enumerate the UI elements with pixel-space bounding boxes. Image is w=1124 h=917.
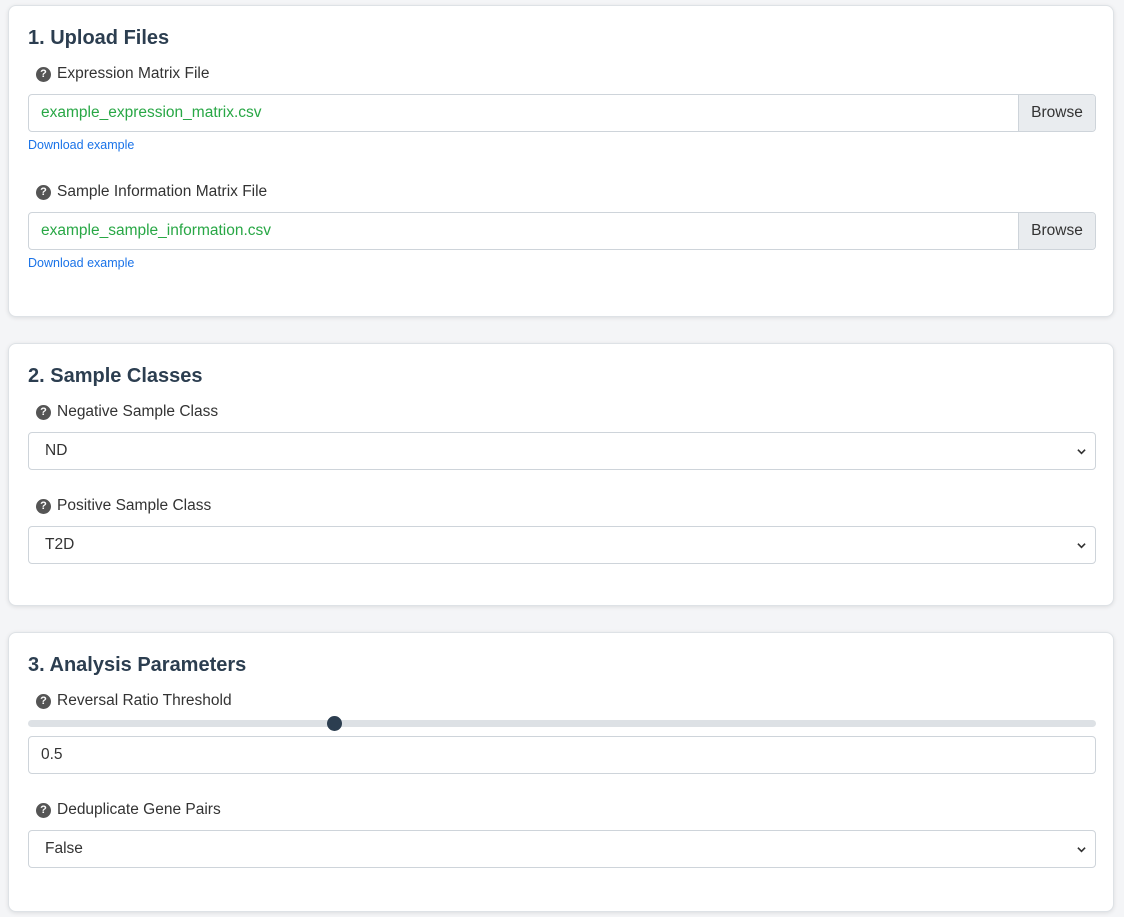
sample-classes-title: 2. Sample Classes — [28, 365, 203, 387]
threshold-value: 0.5 — [41, 746, 63, 763]
upload-files-title: 1. Upload Files — [28, 27, 170, 49]
question-circle-icon[interactable]: ? — [36, 404, 51, 420]
question-circle-icon[interactable]: ? — [36, 498, 51, 514]
sample-info-label: ? Sample Information Matrix File — [36, 183, 267, 201]
positive-class-label: ? Positive Sample Class — [36, 497, 211, 515]
question-circle-icon[interactable]: ? — [36, 184, 51, 200]
expression-matrix-file-name: example_expression_matrix.csv — [41, 104, 262, 121]
negative-class-label: ? Negative Sample Class — [36, 403, 218, 421]
negative-class-value: ND — [45, 442, 68, 459]
sample-info-file-input[interactable]: example_sample_information.csv Browse — [28, 212, 1096, 250]
expression-matrix-label-text: Expression Matrix File — [57, 65, 210, 82]
threshold-slider-thumb[interactable] — [327, 716, 343, 731]
positive-class-select[interactable]: T2D — [28, 526, 1096, 564]
dedup-label-text: Deduplicate Gene Pairs — [57, 801, 221, 818]
analysis-parameters-card: 3. Analysis Parameters ? Reversal Ratio … — [8, 632, 1114, 912]
expression-matrix-file-input[interactable]: example_expression_matrix.csv Browse — [28, 94, 1096, 132]
dedup-value: False — [45, 840, 83, 857]
analysis-parameters-title: 3. Analysis Parameters — [28, 654, 247, 676]
question-circle-icon[interactable]: ? — [36, 693, 51, 709]
expression-matrix-label: ? Expression Matrix File — [36, 65, 209, 83]
negative-class-label-text: Negative Sample Class — [57, 403, 219, 420]
dedup-select[interactable]: False — [28, 830, 1096, 868]
threshold-label: ? Reversal Ratio Threshold — [36, 692, 232, 710]
chevron-down-icon — [1077, 449, 1086, 455]
expression-download-example-link[interactable]: Download example — [28, 138, 134, 152]
sample-info-label-text: Sample Information Matrix File — [57, 183, 268, 200]
question-circle-icon[interactable]: ? — [36, 802, 51, 818]
chevron-down-icon — [1077, 847, 1086, 853]
positive-class-label-text: Positive Sample Class — [57, 497, 212, 514]
threshold-value-input[interactable]: 0.5 — [28, 736, 1096, 774]
sample-info-file-name: example_sample_information.csv — [41, 222, 272, 239]
sample-info-browse-button[interactable]: Browse — [1018, 213, 1095, 249]
positive-class-value: T2D — [45, 536, 75, 553]
question-circle-icon[interactable]: ? — [36, 66, 51, 82]
expression-matrix-browse-button[interactable]: Browse — [1018, 95, 1095, 131]
sample-classes-card: 2. Sample Classes ? Negative Sample Clas… — [8, 343, 1114, 606]
threshold-slider[interactable] — [28, 716, 1096, 731]
chevron-down-icon — [1077, 543, 1086, 549]
dedup-label: ? Deduplicate Gene Pairs — [36, 801, 221, 819]
sample-info-download-example-link[interactable]: Download example — [28, 256, 134, 270]
threshold-label-text: Reversal Ratio Threshold — [57, 692, 232, 709]
negative-class-select[interactable]: ND — [28, 432, 1096, 470]
upload-files-card: 1. Upload Files ? Expression Matrix File… — [8, 5, 1114, 317]
